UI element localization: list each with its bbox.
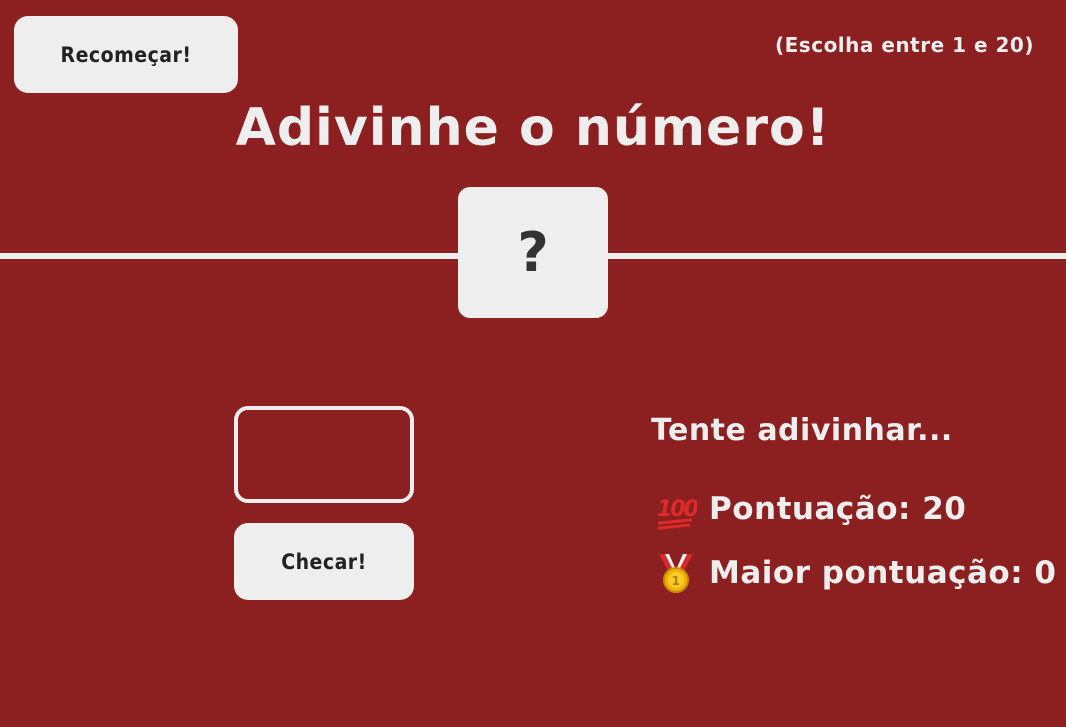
page-title: Adivinhe o número!: [235, 98, 831, 158]
highscore-label: Maior pontuação:: [709, 555, 1024, 591]
highscore-value: 0: [1034, 555, 1057, 591]
score-label: Pontuação:: [709, 491, 911, 527]
secret-number-box: ?: [458, 187, 608, 318]
status-message: Tente adivinhar...: [651, 413, 953, 448]
hundred-points-icon: 100: [655, 488, 701, 530]
svg-text:100: 100: [657, 497, 697, 522]
medal-icon: 1: [655, 552, 697, 594]
guess-input[interactable]: [234, 406, 414, 503]
score-row: 100 Pontuação: 20: [655, 488, 966, 530]
highscore-row: 1 Maior pontuação: 0: [655, 552, 1057, 594]
range-hint: (Escolha entre 1 e 20): [775, 33, 1034, 57]
svg-text:1: 1: [672, 574, 681, 588]
check-button[interactable]: Checar!: [234, 523, 414, 600]
score-value: 20: [922, 491, 967, 527]
again-button[interactable]: Recomeçar!: [14, 16, 238, 93]
